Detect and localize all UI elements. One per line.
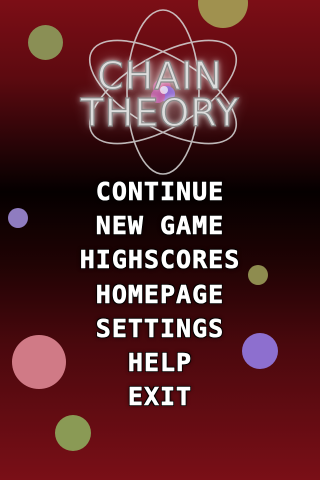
main-menu: CONTINUE NEW GAME HIGHSCORES HOMEPAGE SE… (0, 175, 320, 414)
menu-settings-button[interactable]: SETTINGS (0, 312, 320, 346)
menu-exit-button[interactable]: EXIT (0, 380, 320, 414)
menu-new-game-button[interactable]: NEW GAME (0, 209, 320, 243)
ball-green-bottom (55, 415, 91, 451)
logo-title-chain: CHAIN (97, 54, 223, 98)
logo-title-theory: THEORY (80, 91, 240, 135)
menu-highscores-button[interactable]: HIGHSCORES (0, 243, 320, 277)
menu-homepage-button[interactable]: HOMEPAGE (0, 278, 320, 312)
menu-continue-button[interactable]: CONTINUE (0, 175, 320, 209)
menu-help-button[interactable]: HELP (0, 346, 320, 380)
